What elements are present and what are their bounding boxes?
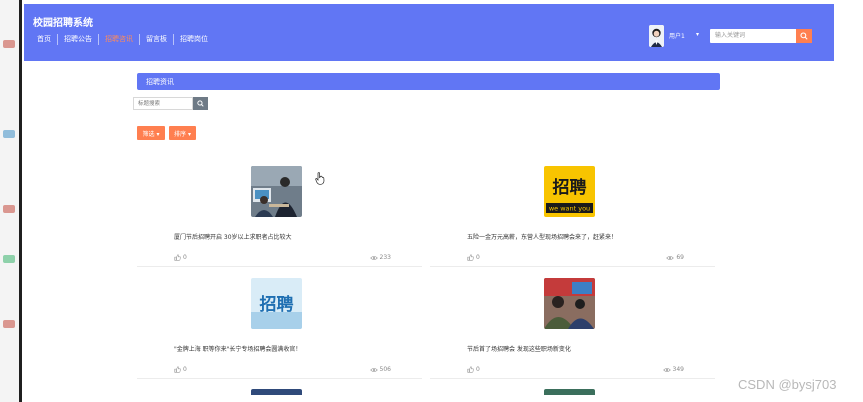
like-count[interactable]: 0 bbox=[174, 254, 187, 261]
eye-icon bbox=[369, 255, 378, 260]
title-search-button[interactable] bbox=[193, 97, 208, 110]
like-count-value: 0 bbox=[183, 366, 187, 373]
news-card[interactable]: 招聘 "金牌上海 职等你来"长宁专场招聘会圆满收官！ 0 506 bbox=[137, 268, 422, 379]
title-search-input[interactable] bbox=[133, 97, 193, 110]
like-count-value: 0 bbox=[183, 254, 187, 261]
avatar[interactable] bbox=[649, 25, 664, 47]
news-thumbnail: 招聘 bbox=[251, 278, 302, 329]
eye-icon bbox=[666, 255, 675, 260]
news-card[interactable]: 节后首了场招聘会 发现这些职场新变化 0 349 bbox=[430, 268, 715, 379]
search-icon bbox=[800, 32, 808, 40]
top-search-input[interactable] bbox=[710, 29, 797, 43]
news-title[interactable]: 厦门节后招聘开启 30岁以上求职者占比较大 bbox=[174, 232, 292, 241]
news-title[interactable]: 节后首了场招聘会 发现这些职场新变化 bbox=[467, 344, 571, 353]
search-icon bbox=[197, 100, 204, 107]
view-count-value: 233 bbox=[379, 254, 391, 261]
news-thumbnail bbox=[544, 278, 595, 329]
top-search-button[interactable] bbox=[796, 29, 812, 43]
thumbs-up-icon bbox=[174, 366, 181, 373]
news-thumbnail-partial bbox=[251, 389, 302, 395]
section-header: 招聘资讯 bbox=[137, 73, 720, 90]
username[interactable]: 用户1 bbox=[669, 31, 685, 40]
like-count-value: 0 bbox=[476, 254, 480, 261]
filter-button[interactable]: 筛选 ▾ bbox=[137, 126, 165, 140]
news-title[interactable]: 五险一金万元高薪，东营人型现场招聘会来了，赶紧来！ bbox=[467, 232, 617, 241]
strip-mark bbox=[3, 130, 15, 138]
thumbs-up-icon bbox=[467, 366, 474, 373]
watermark: CSDN @bysj703 bbox=[738, 377, 837, 392]
strip-mark bbox=[3, 40, 15, 48]
top-navbar: 校园招聘系统 首页 招聘公告 招聘咨讯 留言板 招聘岗位 用户1 ▾ bbox=[24, 4, 834, 61]
nav-item-positions[interactable]: 招聘岗位 bbox=[173, 34, 214, 45]
thumbs-up-icon bbox=[467, 254, 474, 261]
news-card[interactable]: 招聘 we want you 五险一金万元高薪，东营人型现场招聘会来了，赶紧来！… bbox=[430, 156, 715, 267]
hiring-poster-icon: 招聘 bbox=[251, 278, 302, 329]
strip-mark bbox=[3, 205, 15, 213]
section-title: 招聘资讯 bbox=[146, 78, 174, 86]
news-thumbnail bbox=[251, 166, 302, 217]
sort-button[interactable]: 排序 ▾ bbox=[169, 126, 196, 140]
nav-item-news[interactable]: 招聘咨讯 bbox=[98, 34, 139, 45]
like-count[interactable]: 0 bbox=[467, 254, 480, 261]
hiring-poster-icon: 招聘 we want you bbox=[544, 166, 595, 217]
like-count[interactable]: 0 bbox=[467, 366, 480, 373]
news-card[interactable]: 厦门节后招聘开启 30岁以上求职者占比较大 0 233 bbox=[137, 156, 422, 267]
nav-item-announcements[interactable]: 招聘公告 bbox=[57, 34, 98, 45]
view-count: 69 bbox=[666, 254, 684, 261]
strip-mark bbox=[3, 320, 15, 328]
hand-cursor-icon bbox=[315, 172, 325, 185]
view-count-value: 349 bbox=[672, 366, 684, 373]
main-nav: 首页 招聘公告 招聘咨讯 留言板 招聘岗位 bbox=[33, 34, 214, 45]
avatar-icon bbox=[649, 25, 664, 47]
view-count-value: 506 bbox=[379, 366, 391, 373]
eye-icon bbox=[662, 367, 671, 372]
strip-mark bbox=[3, 255, 15, 263]
news-thumbnail: 招聘 we want you bbox=[544, 166, 595, 217]
news-title[interactable]: "金牌上海 职等你来"长宁专场招聘会圆满收官！ bbox=[174, 344, 301, 353]
app-window: 校园招聘系统 首页 招聘公告 招聘咨讯 留言板 招聘岗位 用户1 ▾ 输入关键词… bbox=[24, 4, 834, 402]
view-count-value: 69 bbox=[676, 254, 684, 261]
poster-slogan: we want you bbox=[549, 205, 590, 213]
like-count-value: 0 bbox=[476, 366, 480, 373]
poster-headline: 招聘 bbox=[260, 294, 294, 315]
view-count: 349 bbox=[662, 366, 684, 373]
nav-item-message-board[interactable]: 留言板 bbox=[139, 34, 173, 45]
eye-icon bbox=[369, 367, 378, 372]
nav-item-home[interactable]: 首页 bbox=[33, 34, 57, 45]
thumbs-up-icon bbox=[174, 254, 181, 261]
crowd-photo-icon bbox=[544, 278, 595, 329]
left-window-strip bbox=[0, 0, 22, 402]
view-count: 233 bbox=[369, 254, 391, 261]
view-count: 506 bbox=[369, 366, 391, 373]
news-thumbnail-partial bbox=[544, 389, 595, 395]
strip-edge bbox=[19, 0, 22, 402]
interview-photo-icon bbox=[251, 166, 302, 217]
user-menu-caret[interactable]: ▾ bbox=[696, 31, 699, 38]
app-brand: 校园招聘系统 bbox=[33, 18, 93, 29]
like-count[interactable]: 0 bbox=[174, 366, 187, 373]
poster-headline: 招聘 bbox=[553, 177, 587, 198]
